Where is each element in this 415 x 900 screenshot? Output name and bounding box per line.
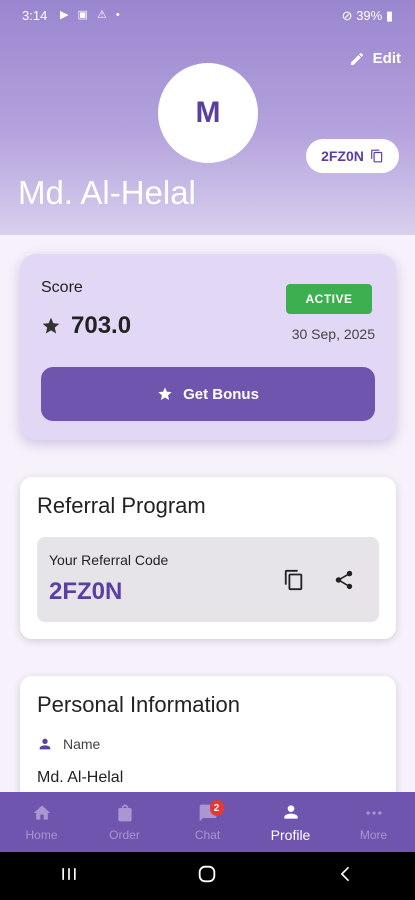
avatar[interactable]: M xyxy=(158,63,258,163)
status-right: ⊘ 39% ▮ xyxy=(342,8,393,24)
nav-order[interactable]: Order xyxy=(83,792,166,852)
nav-chat-label: Chat xyxy=(194,828,221,842)
bottom-navigation: Home Order 2 Chat Profile More xyxy=(0,792,415,852)
copy-icon xyxy=(371,149,383,163)
user-name: Md. Al-Helal xyxy=(18,174,196,211)
edit-label: Edit xyxy=(372,50,401,67)
home-circle-icon xyxy=(199,865,216,882)
edit-button[interactable]: Edit xyxy=(349,50,401,67)
referral-code: 2FZ0N xyxy=(49,578,123,605)
bag-icon xyxy=(115,802,135,824)
recents-button[interactable] xyxy=(59,864,79,889)
nav-chat[interactable]: 2 Chat xyxy=(166,792,249,852)
referral-code-pill-text: 2FZ0N xyxy=(321,148,364,164)
nav-home-label: Home xyxy=(25,828,58,842)
battery-level: 39% xyxy=(356,8,383,23)
person-icon xyxy=(39,738,51,750)
nav-profile[interactable]: Profile xyxy=(249,792,332,852)
referral-card: Referral Program Your Referral Code 2FZ0… xyxy=(20,477,396,639)
nav-more[interactable]: More xyxy=(332,792,415,852)
star-icon xyxy=(158,387,172,400)
home-button[interactable] xyxy=(196,863,218,890)
notification-icons: ▶ ▣ ⚠ • xyxy=(60,9,123,21)
chat-badge: 2 xyxy=(209,800,224,816)
person-icon xyxy=(281,801,301,823)
status-time: 3:14 xyxy=(22,8,48,23)
score-value-row: 703.0 xyxy=(41,312,131,340)
score-card: Score 703.0 ACTIVE 30 Sep, 2025 Get Bonu… xyxy=(20,254,396,440)
nav-home[interactable]: Home xyxy=(0,792,83,852)
score-value: 703.0 xyxy=(71,312,132,339)
nav-more-label: More xyxy=(359,828,388,842)
system-navigation-bar xyxy=(0,852,415,900)
personal-info-title: Personal Information xyxy=(37,692,240,717)
nav-order-label: Order xyxy=(109,828,140,842)
star-icon xyxy=(42,317,60,334)
avatar-initial: M xyxy=(195,96,221,129)
name-value: Md. Al-Helal xyxy=(37,769,124,786)
status-bar: 3:14 ▶ ▣ ⚠ • ⊘ 39% ▮ xyxy=(0,0,415,32)
back-button[interactable] xyxy=(336,864,356,889)
referral-code-pill[interactable]: 2FZ0N xyxy=(306,139,399,173)
status-badge: ACTIVE xyxy=(286,284,372,314)
get-bonus-label: Get Bonus xyxy=(183,385,259,403)
recents-icon xyxy=(62,867,76,880)
copy-code-button[interactable] xyxy=(283,569,305,596)
name-field-row: Name xyxy=(37,736,100,752)
profile-header: 3:14 ▶ ▣ ⚠ • ⊘ 39% ▮ Edit M 2FZ0N Md. Al… xyxy=(0,0,415,235)
chat-icon: 2 xyxy=(198,800,224,824)
name-label: Name xyxy=(63,736,101,752)
score-label: Score xyxy=(41,279,83,296)
referral-title: Referral Program xyxy=(37,493,206,518)
score-date: 30 Sep, 2025 xyxy=(291,326,375,342)
get-bonus-button[interactable]: Get Bonus xyxy=(41,367,375,421)
copy-icon xyxy=(284,569,303,591)
referral-code-box: Your Referral Code 2FZ0N xyxy=(37,537,379,622)
pencil-icon xyxy=(350,52,363,65)
back-icon xyxy=(340,866,350,881)
more-icon xyxy=(364,802,384,824)
signal-icon: ⊘ xyxy=(341,8,357,23)
share-code-button[interactable] xyxy=(333,569,355,596)
home-icon xyxy=(32,802,52,824)
share-icon xyxy=(335,570,353,590)
nav-profile-label: Profile xyxy=(270,827,311,843)
referral-code-label: Your Referral Code xyxy=(49,552,169,568)
battery-icon: ▮ xyxy=(385,8,393,23)
